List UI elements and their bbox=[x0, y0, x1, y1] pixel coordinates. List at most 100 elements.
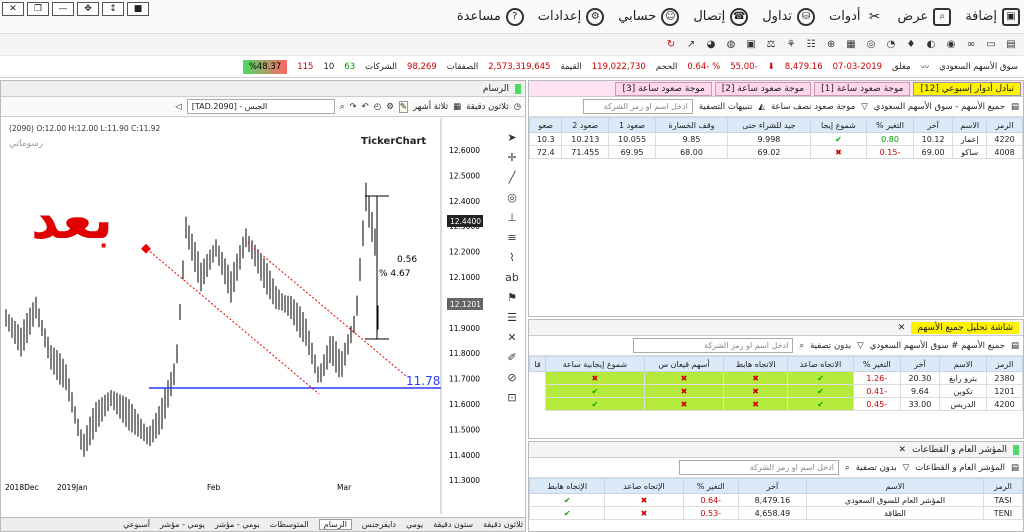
list-icon[interactable]: ☰ bbox=[507, 311, 517, 324]
text-tool-icon[interactable]: ab bbox=[505, 271, 519, 284]
chart-tab[interactable]: أسبوعي bbox=[123, 520, 150, 529]
chart-tab[interactable]: يومي bbox=[406, 520, 423, 529]
line-chart-icon[interactable]: ↗ bbox=[684, 38, 698, 52]
calendar-icon[interactable]: ▦ bbox=[453, 102, 461, 112]
search-icon[interactable]: ⌕ bbox=[799, 341, 804, 351]
target-icon[interactable]: ⊕ bbox=[824, 38, 838, 52]
clock-icon[interactable]: ◷ bbox=[514, 102, 521, 112]
flag-icon[interactable]: ⚑ bbox=[507, 291, 517, 304]
filter-name[interactable]: موجة صعود نصف ساعة bbox=[771, 102, 855, 112]
tab-hour-2[interactable]: موجة صعود ساعة [2] bbox=[714, 81, 812, 96]
menu-tools[interactable]: ✂ أدوات bbox=[829, 8, 884, 26]
alerts-button[interactable]: تنبيهات التصفية bbox=[699, 102, 753, 112]
column-header[interactable]: آخر bbox=[899, 356, 941, 372]
column-header[interactable]: صعود 1 bbox=[608, 117, 656, 133]
glasses-icon[interactable]: ∞ bbox=[964, 38, 978, 52]
money-icon[interactable]: ◎ bbox=[864, 38, 878, 52]
column-header[interactable]: التغير % bbox=[866, 117, 914, 133]
search-icon[interactable]: ⌕ bbox=[845, 463, 850, 473]
chart-tab[interactable]: الرسام bbox=[318, 519, 352, 530]
circle-tool-icon[interactable]: ◎ bbox=[507, 191, 517, 204]
column-header[interactable]: وقف الخسارة bbox=[654, 117, 729, 133]
menu-add[interactable]: ▣ إضافة bbox=[965, 7, 1020, 26]
fib-icon[interactable]: ≡ bbox=[507, 231, 516, 244]
column-header[interactable]: آخر bbox=[912, 117, 954, 133]
screen-title[interactable]: شاشة تحليل جميع الأسهم bbox=[911, 321, 1019, 334]
restore-icon[interactable]: ❐ bbox=[27, 2, 49, 16]
pen-icon[interactable]: ✎ bbox=[398, 100, 408, 113]
column-header[interactable]: شموع إيجابية ساعة bbox=[545, 356, 645, 372]
column-header[interactable]: قا bbox=[529, 356, 547, 372]
no-filter-button[interactable]: بدون تصفية bbox=[810, 341, 851, 351]
period-select[interactable]: ثلاثون دقيقة bbox=[466, 102, 508, 112]
expand-icon[interactable]: ↕ bbox=[102, 2, 124, 16]
camera-icon[interactable]: ■ bbox=[127, 2, 149, 16]
lock-icon[interactable]: ⊡ bbox=[507, 391, 516, 404]
column-header[interactable]: التغير % bbox=[682, 478, 739, 494]
scale-icon[interactable]: ⚖ bbox=[764, 38, 778, 52]
screen-market-filter[interactable]: جميع الأسهم # سوق الأسهم السعودي bbox=[870, 341, 1005, 351]
globe-icon[interactable]: ◍ bbox=[724, 38, 738, 52]
line-tool-icon[interactable]: ╱ bbox=[509, 171, 516, 184]
table-row[interactable]: TASI المؤشر العام للسوق السعودي 8,479.16 -0… bbox=[529, 493, 1023, 507]
chart-tab[interactable]: يومي - مؤشر bbox=[160, 520, 205, 529]
close-icon[interactable]: ✕ bbox=[899, 445, 907, 455]
eye-icon[interactable]: ◉ bbox=[944, 38, 958, 52]
prev-icon[interactable]: ◁ bbox=[175, 102, 182, 112]
column-header[interactable]: الرمز bbox=[986, 356, 1023, 372]
chart-tab[interactable]: دايفرجنس bbox=[362, 520, 396, 529]
chart-tab[interactable]: يومي - مؤشر bbox=[215, 520, 260, 529]
range-select[interactable]: ثلاثة أشهر bbox=[413, 102, 448, 112]
no-filter-button[interactable]: بدون تصفية bbox=[856, 463, 897, 473]
column-header[interactable]: أسهم قيعان س bbox=[643, 356, 725, 372]
column-header[interactable]: الإتجاه صاعد bbox=[604, 478, 684, 494]
column-header[interactable]: شموع إيجا bbox=[809, 117, 868, 133]
grid-icon[interactable]: ▣ bbox=[744, 38, 758, 52]
search-input[interactable]: ادخل اسم او رمز الشركة bbox=[582, 99, 693, 114]
column-header[interactable]: الرمز bbox=[982, 478, 1023, 494]
tab-hour-3[interactable]: موجة صعود ساعة [3] bbox=[615, 81, 712, 96]
index-search-input[interactable]: ادخل اسم او رمز الشركة bbox=[678, 460, 839, 475]
settings-icon[interactable]: ⚙ bbox=[386, 102, 394, 112]
table-row[interactable]: 4220 إعمار 10.12 0.80 ✔ 9.998 9.85 10.055 10.213… bbox=[529, 132, 1023, 146]
undo-icon[interactable]: ↶ bbox=[362, 102, 369, 112]
people-icon[interactable]: ☷ bbox=[804, 38, 818, 52]
menu-settings[interactable]: ⚙ إعدادات bbox=[538, 7, 605, 26]
column-header[interactable]: الاسم bbox=[806, 478, 984, 494]
palette-icon[interactable]: ◐ bbox=[924, 38, 938, 52]
pie-icon[interactable]: ◕ bbox=[704, 38, 718, 52]
column-header[interactable]: الإتجاه هابط bbox=[529, 478, 606, 494]
column-header[interactable]: الاسم bbox=[939, 356, 988, 372]
symbol-input[interactable]: [TAD.2090] - الجبس bbox=[186, 99, 335, 114]
column-header[interactable]: الرمز bbox=[986, 117, 1023, 133]
menu-view[interactable]: ⌕ عرض bbox=[898, 7, 952, 26]
table-row[interactable]: TENI الطاقة 4,658.49 -0.53 ✖ ✔ bbox=[529, 506, 1023, 520]
menu-trade[interactable]: ⛁ تداول bbox=[762, 7, 816, 26]
menu-connect[interactable]: ☎ إتصال bbox=[693, 7, 749, 26]
table-row[interactable]: 1201 تكوين 9.64 -0.41 ✔ ✖ ✖ ✔ bbox=[530, 384, 1023, 398]
table-row[interactable]: 2380 بترو رابغ 20.30 -1.26 ✔ ✖ ✖ ✖ bbox=[530, 371, 1023, 385]
menu-help[interactable]: ? مساعدة bbox=[457, 7, 524, 26]
column-header[interactable]: جيد للشراء حتى bbox=[727, 117, 811, 133]
chart-tab[interactable]: ستون دقيقة bbox=[433, 520, 473, 529]
column-header[interactable]: الاسم bbox=[952, 117, 988, 133]
timer-icon[interactable]: ◴ bbox=[374, 102, 381, 112]
market-filter[interactable]: جميع الأسهم - سوق الأسهم السعودي bbox=[874, 102, 1005, 112]
alarm-icon[interactable]: ◔ bbox=[884, 38, 898, 52]
close-icon[interactable]: ✕ bbox=[898, 323, 906, 333]
crosshair-icon[interactable]: ✛ bbox=[507, 151, 516, 164]
refresh-icon[interactable]: ↻ bbox=[664, 38, 678, 52]
move-icon[interactable]: ✥ bbox=[77, 2, 99, 16]
pointer-icon[interactable]: ➤ bbox=[507, 131, 516, 144]
column-header[interactable]: الاتجاه هابط bbox=[723, 356, 788, 372]
minimize-icon[interactable]: — bbox=[52, 2, 74, 16]
watchlist-icon[interactable]: ▤ bbox=[1004, 38, 1018, 52]
tab-hour-1[interactable]: موجة صعود ساعة [1] bbox=[814, 81, 911, 96]
pitchfork-icon[interactable]: ⊥ bbox=[507, 211, 517, 224]
index-filter[interactable]: المؤشر العام و القطاعات bbox=[915, 463, 1005, 473]
close-icon[interactable]: ✕ bbox=[2, 2, 24, 16]
brush-icon[interactable]: ✐ bbox=[507, 351, 516, 364]
wave-icon[interactable]: ⌇ bbox=[509, 251, 514, 264]
column-header[interactable]: صعود 2 bbox=[561, 117, 610, 133]
search-icon[interactable]: ⌕ bbox=[340, 102, 345, 112]
